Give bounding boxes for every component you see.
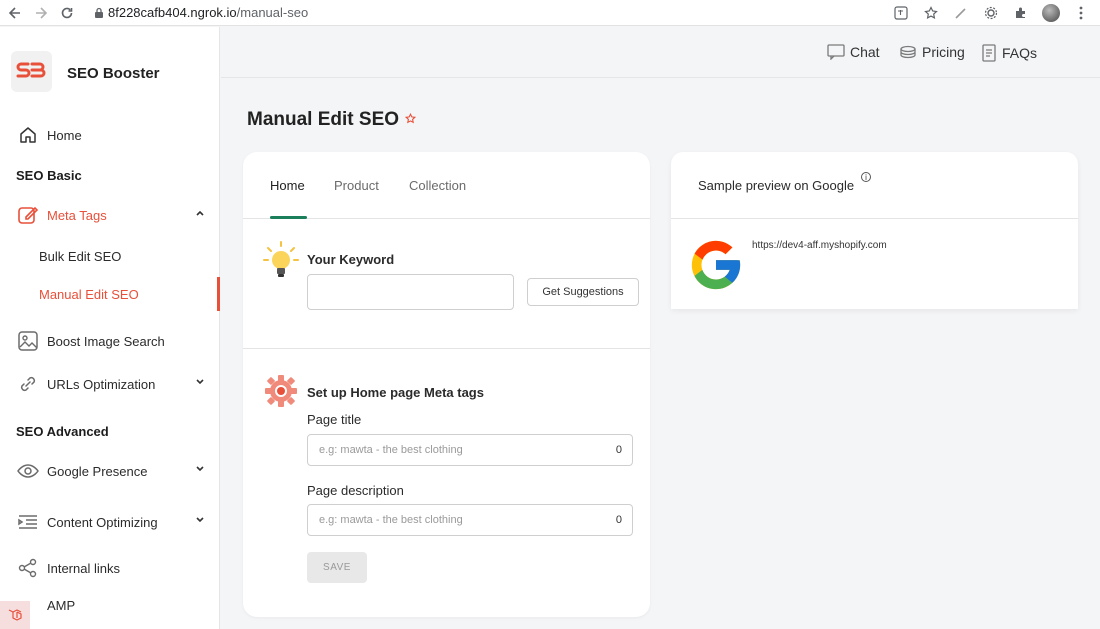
- page-title: Manual Edit SEO: [247, 109, 417, 131]
- keyword-input[interactable]: [307, 274, 514, 310]
- tab-bar: Home Product Collection: [243, 152, 650, 219]
- top-nav: Chat Pricing FAQs: [221, 27, 1100, 78]
- forward-arrow-icon[interactable]: [32, 4, 50, 22]
- manual-seo-card: Home Product Collection Your Keyword Get…: [243, 152, 650, 617]
- tab-home[interactable]: Home: [270, 178, 305, 193]
- sidebar-item-amp[interactable]: AMP: [47, 598, 75, 613]
- edit-square-icon: [16, 203, 40, 227]
- sidebar-item-bulk-edit[interactable]: Bulk Edit SEO: [39, 249, 121, 264]
- browser-toolbar: 8f228cafb404.ngrok.io/manual-seo: [0, 0, 1100, 26]
- sidebar-item-label: Internal links: [47, 560, 120, 576]
- sidebar-item-urls-optimization[interactable]: URLs Optimization: [16, 372, 155, 396]
- translate-icon[interactable]: [892, 4, 910, 22]
- image-icon: [16, 329, 40, 353]
- page-description-input[interactable]: e.g: mawta - the best clothing 0: [307, 504, 633, 536]
- sidebar: SEO Booster Home SEO Basic Meta Tags Bul…: [0, 27, 220, 629]
- page-title-input[interactable]: e.g: mawta - the best clothing 0: [307, 434, 633, 466]
- sidebar-item-label: Content Optimizing: [47, 514, 158, 530]
- page-description-placeholder: e.g: mawta - the best clothing: [319, 514, 463, 526]
- app-logo[interactable]: [11, 51, 52, 92]
- google-preview-card: Sample preview on Google i https://dev4-…: [671, 152, 1078, 309]
- pricing-link[interactable]: Pricing: [899, 44, 965, 60]
- reload-icon[interactable]: [58, 4, 76, 22]
- sidebar-item-meta-tags[interactable]: Meta Tags: [16, 203, 107, 227]
- link-icon: [16, 372, 40, 396]
- tab-product[interactable]: Product: [334, 178, 379, 193]
- chat-label: Chat: [850, 44, 880, 60]
- sidebar-item-content-optimizing[interactable]: Content Optimizing: [16, 510, 158, 534]
- chat-icon: [827, 44, 845, 60]
- pricing-label: Pricing: [922, 44, 965, 60]
- sidebar-item-manual-edit[interactable]: Manual Edit SEO: [39, 287, 139, 302]
- preview-url: https://dev4-aff.myshopify.com: [752, 240, 887, 251]
- tab-active-indicator: [270, 216, 307, 219]
- favorite-star-icon[interactable]: [404, 112, 417, 127]
- meta-tags-heading: Set up Home page Meta tags: [307, 385, 484, 400]
- sidebar-item-home[interactable]: Home: [16, 123, 82, 147]
- faqs-link[interactable]: FAQs: [981, 44, 1037, 62]
- address-bar[interactable]: 8f228cafb404.ngrok.io/manual-seo: [90, 4, 308, 22]
- section-seo-basic: SEO Basic: [16, 168, 82, 183]
- google-logo-icon: [687, 236, 745, 299]
- back-arrow-icon[interactable]: [6, 4, 24, 22]
- section-divider: [243, 348, 650, 349]
- faqs-label: FAQs: [1002, 45, 1038, 61]
- chevron-down-icon[interactable]: [195, 464, 205, 476]
- sidebar-item-boost-image[interactable]: Boost Image Search: [16, 329, 165, 353]
- lightbulb-icon: [263, 240, 299, 285]
- sidebar-item-label: URLs Optimization: [47, 376, 156, 392]
- coins-icon: [899, 44, 917, 60]
- chevron-down-icon[interactable]: [195, 515, 205, 527]
- bookmark-star-icon[interactable]: [922, 4, 940, 22]
- preview-title: Sample preview on Google: [698, 178, 855, 193]
- laravel-debug-icon[interactable]: [0, 601, 30, 629]
- text-indent-icon: [16, 510, 40, 534]
- get-suggestions-button[interactable]: Get Suggestions: [527, 278, 639, 306]
- page-description-char-count: 0: [615, 514, 622, 526]
- page-title-placeholder: e.g: mawta - the best clothing: [319, 444, 463, 456]
- gear-icon: [264, 374, 298, 413]
- preview-divider: [671, 218, 1078, 219]
- share-nodes-icon: [16, 556, 40, 580]
- section-seo-advanced: SEO Advanced: [16, 424, 109, 439]
- sidebar-item-label: Boost Image Search: [47, 333, 165, 349]
- chevron-up-icon[interactable]: [195, 208, 205, 220]
- save-button[interactable]: SAVE: [307, 552, 367, 583]
- eye-icon: [16, 459, 40, 483]
- info-icon[interactable]: i: [861, 172, 871, 182]
- chevron-down-icon[interactable]: [195, 377, 205, 389]
- sidebar-item-label: AMP: [47, 598, 76, 613]
- active-indicator: [217, 277, 220, 311]
- sidebar-item-internal-links[interactable]: Internal links: [16, 556, 120, 580]
- keyword-label: Your Keyword: [307, 252, 395, 267]
- page-title-text: Manual Edit SEO: [247, 109, 400, 130]
- lock-icon: [90, 4, 108, 22]
- sidebar-item-label: Meta Tags: [47, 207, 107, 223]
- sidebar-item-label: Home: [47, 127, 82, 143]
- document-icon: [981, 44, 997, 62]
- chat-link[interactable]: Chat: [827, 44, 880, 60]
- page-title-label: Page title: [307, 412, 362, 427]
- app-name: SEO Booster: [67, 65, 160, 82]
- url-host: 8f228cafb404.ngrok.io: [108, 5, 237, 20]
- profile-avatar[interactable]: [1042, 4, 1060, 22]
- more-vert-icon[interactable]: [1072, 4, 1090, 22]
- home-icon: [16, 123, 40, 147]
- sidebar-item-google-presence[interactable]: Google Presence: [16, 459, 147, 483]
- pen-extension-icon[interactable]: [952, 4, 970, 22]
- tab-collection[interactable]: Collection: [409, 178, 466, 193]
- settings-extension-icon[interactable]: [982, 4, 1000, 22]
- page-description-label: Page description: [307, 483, 404, 498]
- sidebar-item-label: Google Presence: [47, 463, 148, 479]
- url-path: /manual-seo: [236, 5, 309, 20]
- page-title-char-count: 0: [615, 444, 622, 456]
- extensions-puzzle-icon[interactable]: [1012, 4, 1030, 22]
